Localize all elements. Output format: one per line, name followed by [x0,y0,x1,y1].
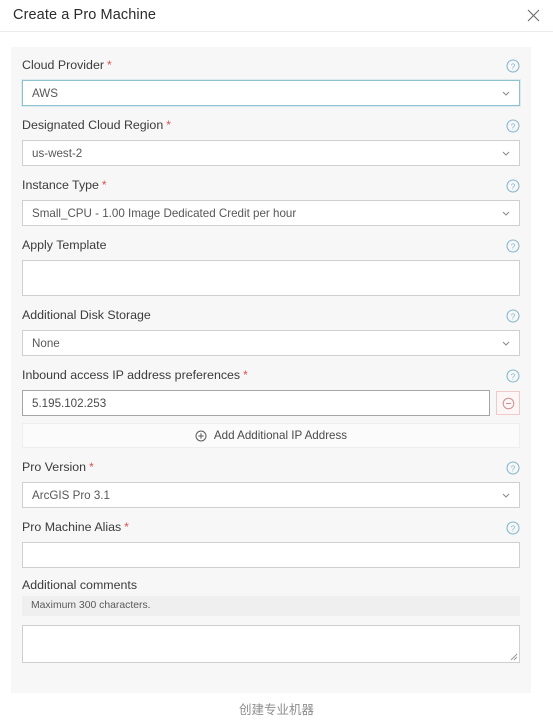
chevron-down-icon [501,208,511,218]
chevron-down-icon [501,148,511,158]
field-label-text: Instance Type [22,178,99,193]
chevron-down-icon [501,490,511,500]
dialog-header: Create a Pro Machine [0,0,553,32]
remove-ip-button[interactable] [496,391,520,415]
help-circle-icon[interactable]: ? [506,521,520,535]
page-title: Create a Pro Machine [13,7,157,24]
svg-text:?: ? [511,524,516,533]
help-circle-icon[interactable]: ? [506,179,520,193]
field-pro-machine-alias: Pro Machine Alias * ? [22,519,520,568]
required-asterisk: * [243,368,248,383]
field-designated-cloud-region: Designated Cloud Region * ? us-west-2 [22,117,520,166]
field-additional-comments: Additional comments Maximum 300 characte… [22,578,520,664]
help-circle-icon[interactable]: ? [506,369,520,383]
svg-text:?: ? [511,372,516,381]
instance-type-select[interactable]: Small_CPU - 1.00 Image Dedicated Credit … [22,200,520,226]
required-asterisk: * [166,118,171,133]
additional-comments-hint: Maximum 300 characters. [22,596,520,617]
help-circle-icon[interactable]: ? [506,239,520,253]
additional-disk-storage-value: None [32,336,60,350]
field-label-row: Apply Template ? [22,237,520,254]
add-additional-ip-button[interactable]: Add Additional IP Address [22,423,520,448]
help-circle-icon[interactable]: ? [506,119,520,133]
field-label-text: Cloud Provider [22,58,104,73]
apply-template-input[interactable] [22,260,520,296]
additional-comments-label: Additional comments [22,578,138,592]
field-label: Apply Template [22,239,110,251]
field-inbound-ip-preferences: Inbound access IP address preferences * ?… [22,367,520,448]
designated-cloud-region-select[interactable]: us-west-2 [22,140,520,166]
field-label-text: Designated Cloud Region [22,118,164,133]
help-circle-icon[interactable]: ? [506,461,520,475]
field-label-text: Pro Version [22,460,87,475]
field-label-text: Apply Template [22,238,107,253]
cloud-provider-value: AWS [32,86,58,100]
svg-text:?: ? [511,312,516,321]
field-pro-version: Pro Version * ? ArcGIS Pro 3.1 [22,459,520,508]
ip-address-value: 5.195.102.253 [32,396,107,410]
field-label-row: Pro Machine Alias * ? [22,519,520,536]
resize-handle-icon[interactable] [509,652,518,661]
svg-text:?: ? [511,62,516,71]
svg-text:?: ? [511,242,516,251]
footer-caption: 创建专业机器 [238,703,314,717]
field-label-text: Pro Machine Alias [22,520,122,535]
pro-machine-alias-input[interactable] [22,542,520,568]
field-label: Designated Cloud Region * [22,119,171,131]
chevron-down-icon [501,338,511,348]
instance-type-value: Small_CPU - 1.00 Image Dedicated Credit … [32,206,297,220]
required-asterisk: * [106,58,112,73]
field-apply-template: Apply Template ? [22,237,520,296]
required-asterisk: * [101,178,107,193]
ip-address-row: 5.195.102.253 [22,390,520,416]
field-label: Inbound access IP address preferences * [22,369,248,381]
required-asterisk: * [124,520,129,535]
field-label: Pro Machine Alias * [22,521,129,533]
field-label: Cloud Provider * [22,59,112,71]
cloud-provider-select[interactable]: AWS [22,80,520,106]
field-label-row: Pro Version * ? [22,459,520,476]
pro-version-value: ArcGIS Pro 3.1 [32,488,110,502]
field-label-row: Instance Type * ? [22,177,520,194]
field-cloud-provider: Cloud Provider * ? AWS [22,57,520,106]
add-additional-ip-label: Add Additional IP Address [213,429,348,442]
field-label: Pro Version * [22,461,94,473]
field-instance-type: Instance Type * ? Small_CPU - 1.00 Image … [22,177,520,226]
svg-text:?: ? [511,122,516,131]
close-icon[interactable] [522,5,544,27]
field-additional-disk-storage: Additional Disk Storage ? None [22,307,520,356]
additional-disk-storage-select[interactable]: None [22,330,520,356]
help-circle-icon[interactable]: ? [506,59,520,73]
ip-address-input[interactable]: 5.195.102.253 [22,390,490,416]
field-label: Instance Type * [22,179,107,191]
field-label-row: Inbound access IP address preferences * ? [22,367,520,384]
designated-cloud-region-value: us-west-2 [32,146,83,160]
circle-plus-icon [195,430,207,442]
additional-comments-textarea[interactable] [22,625,520,664]
field-label-row: Cloud Provider * ? [22,57,520,74]
circle-minus-icon [502,397,515,410]
field-label-row: Designated Cloud Region * ? [22,117,520,134]
create-pro-machine-form: Cloud Provider * ? AWS Designated Cloud R… [11,47,531,693]
svg-text:?: ? [511,182,516,191]
svg-text:?: ? [511,464,516,473]
field-label-text: Additional Disk Storage [22,308,151,323]
pro-version-select[interactable]: ArcGIS Pro 3.1 [22,482,520,508]
required-asterisk: * [89,460,94,475]
field-label-row: Additional Disk Storage ? [22,307,520,324]
chevron-down-icon [501,88,511,98]
field-label-text: Inbound access IP address preferences [22,368,241,383]
field-label: Additional Disk Storage [22,309,154,321]
help-circle-icon[interactable]: ? [506,309,520,323]
